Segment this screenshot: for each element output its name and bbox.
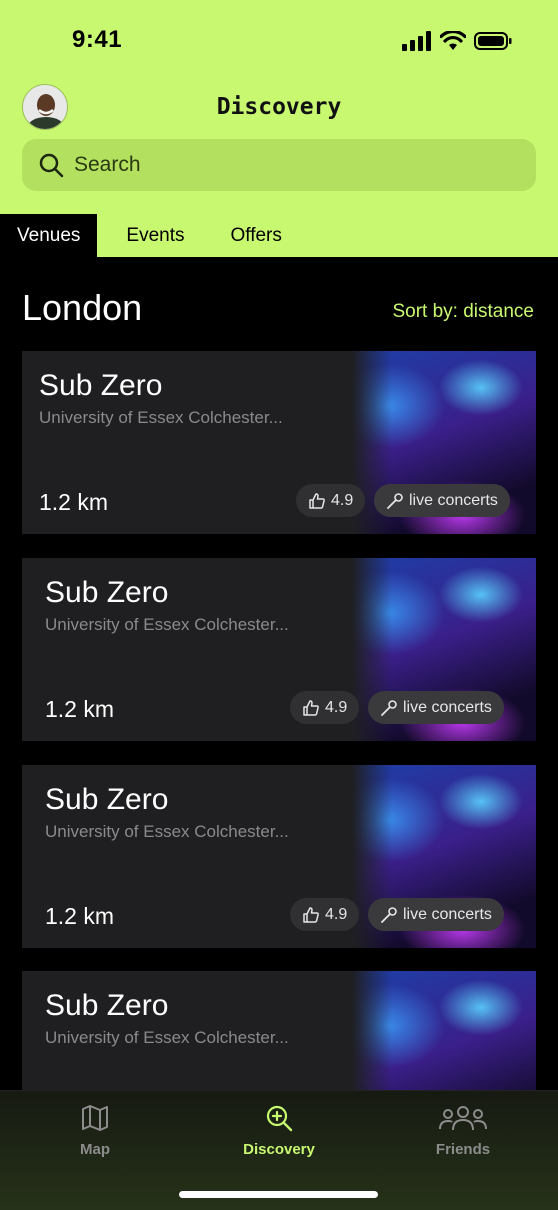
rating-value: 4.9 [325, 698, 348, 716]
friends-icon [439, 1106, 487, 1131]
thumbs-up-icon [303, 699, 319, 716]
signal-icon [402, 31, 431, 51]
tag-label: live concerts [409, 491, 498, 509]
tag-label: live concerts [403, 905, 492, 923]
search-icon [39, 153, 64, 178]
sort-button[interactable]: Sort by: distance [392, 301, 534, 323]
venue-name: Sub Zero [45, 989, 169, 1022]
venue-address: University of Essex Colchester... [45, 615, 289, 634]
home-indicator[interactable] [179, 1191, 378, 1198]
venue-card[interactable]: Sub Zero University of Essex Colchester.… [22, 765, 536, 948]
nav-discovery[interactable]: Discovery [214, 1103, 344, 1158]
microphone-icon [387, 492, 403, 509]
wifi-icon [440, 31, 466, 50]
rating-value: 4.9 [331, 491, 354, 509]
venue-name: Sub Zero [39, 369, 163, 402]
page-title: Discovery [216, 94, 342, 120]
tag-chip[interactable]: live concerts [374, 484, 510, 517]
search-input[interactable]: Search [22, 139, 536, 191]
rating-value: 4.9 [325, 905, 348, 923]
map-icon [82, 1105, 108, 1131]
nav-friends-label: Friends [435, 1141, 491, 1158]
rating-chip[interactable]: 4.9 [290, 898, 360, 931]
battery-icon [474, 32, 512, 50]
venue-name: Sub Zero [45, 576, 169, 609]
venue-image [352, 971, 536, 1090]
header: 9:41 Discovery Search Venues Events Offe… [0, 0, 558, 257]
search-placeholder: Search [74, 153, 141, 176]
nav-discovery-label: Discovery [243, 1141, 315, 1158]
status-bar: 9:41 [0, 0, 558, 80]
discovery-search-icon [266, 1105, 293, 1132]
venue-distance: 1.2 km [39, 489, 109, 515]
nav-map-label: Map [80, 1141, 110, 1158]
thumbs-up-icon [303, 906, 319, 923]
microphone-icon [381, 699, 397, 716]
venue-card[interactable]: Sub Zero University of Essex Colchester.… [22, 558, 536, 741]
microphone-icon [381, 906, 397, 923]
venue-distance: 1.2 km [45, 903, 115, 929]
nav-map[interactable]: Map [30, 1103, 160, 1158]
tag-chip[interactable]: live concerts [368, 898, 504, 931]
venue-address: University of Essex Colchester... [45, 1028, 289, 1047]
tab-venues[interactable]: Venues [0, 214, 98, 257]
thumbs-up-icon [309, 492, 325, 509]
venue-list: London Sort by: distance Sub Zero Univer… [0, 257, 558, 1090]
venue-name: Sub Zero [45, 783, 169, 816]
tab-events[interactable]: Events [109, 214, 201, 257]
section-title: London [22, 287, 143, 328]
rating-chip[interactable]: 4.9 [290, 691, 360, 724]
status-icons [402, 31, 512, 51]
tab-offers[interactable]: Offers [214, 214, 299, 257]
venue-address: University of Essex Colchester... [39, 408, 283, 427]
bottom-nav: Map Discovery Friends [0, 1090, 558, 1210]
rating-chip[interactable]: 4.9 [296, 484, 366, 517]
venue-card[interactable]: Sub Zero University of Essex Colchester.… [22, 971, 536, 1090]
venue-card[interactable]: Sub Zero University of Essex Colchester.… [22, 351, 536, 534]
status-time: 9:41 [72, 26, 123, 53]
venue-distance: 1.2 km [45, 696, 115, 722]
tag-chip[interactable]: live concerts [368, 691, 504, 724]
tag-label: live concerts [403, 698, 492, 716]
tab-bar: Venues Events Offers [0, 214, 299, 257]
nav-friends[interactable]: Friends [398, 1103, 528, 1158]
venue-address: University of Essex Colchester... [45, 822, 289, 841]
